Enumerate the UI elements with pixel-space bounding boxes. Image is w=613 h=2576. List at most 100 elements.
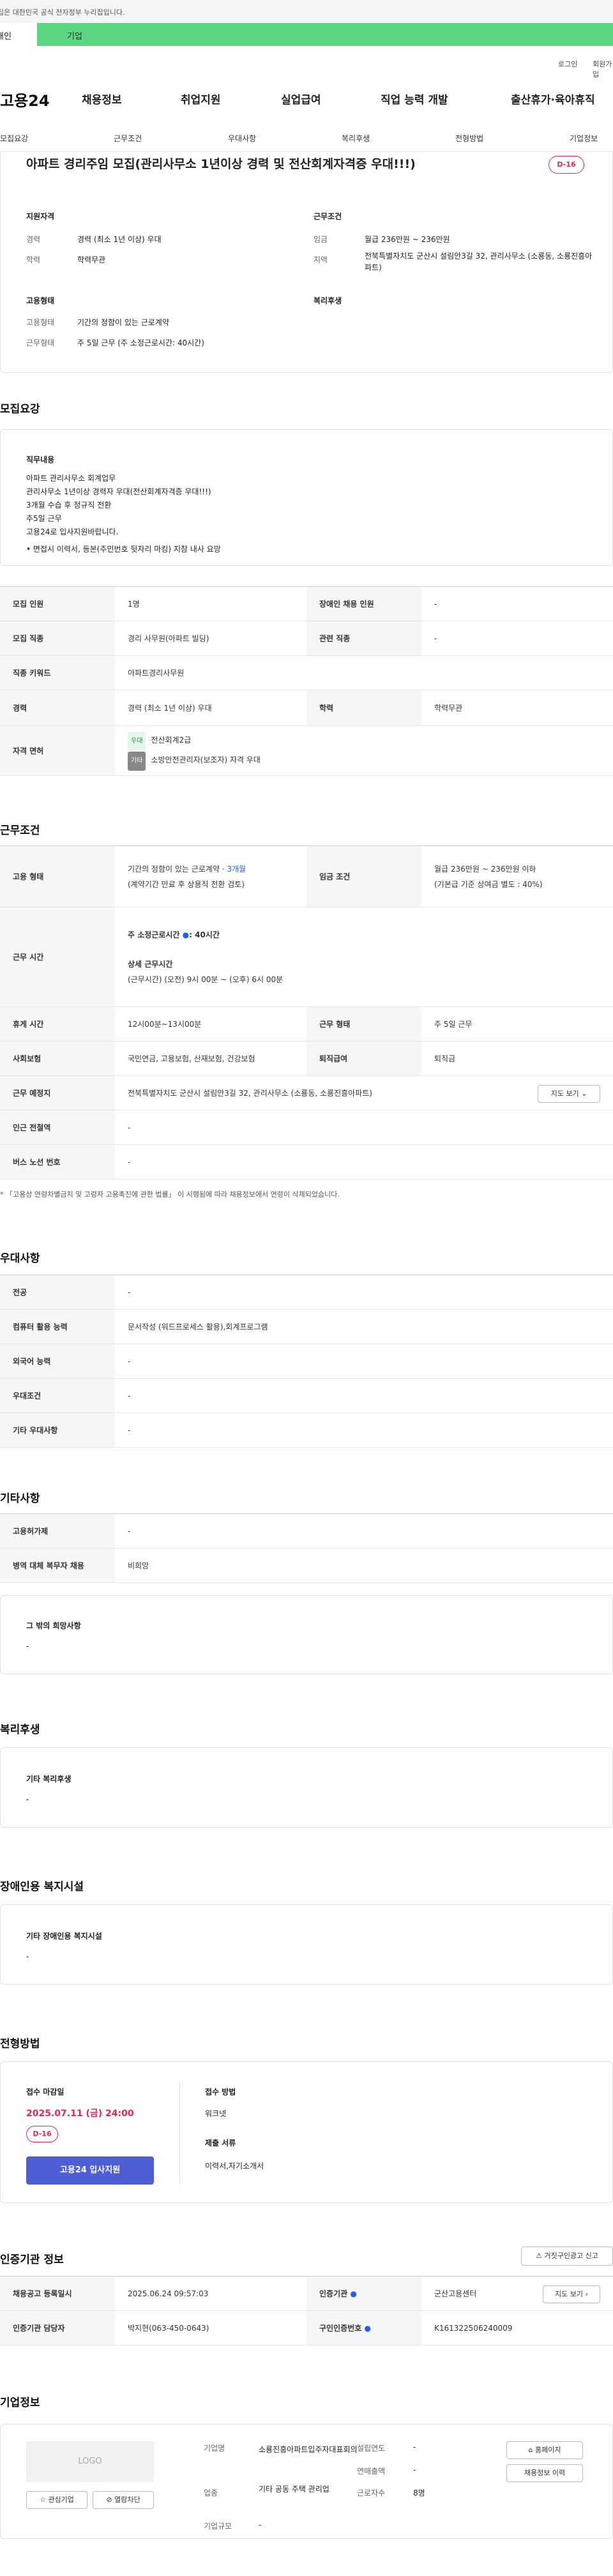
scale-value: -	[259, 2520, 262, 2529]
conditions-section-title: 근무조건	[0, 824, 40, 837]
recruit-section-title: 모집요강	[0, 403, 40, 416]
duty-lines: 아파트 관리사무소 회계업무 관리사무소 1년이상 경력자 우대(전산회계자격증…	[26, 474, 211, 536]
table-row: 외국어 능력 -	[0, 1344, 613, 1379]
alert-icon: ⚠	[536, 2252, 542, 2260]
docs-title: 제출 서류	[205, 2139, 236, 2148]
industry-value: 기타 공동 주택 관리업	[259, 2485, 329, 2494]
license-list: 우대 전산회계2급 기타 소방안전관리자(보조자) 자격 우대	[128, 726, 261, 775]
table-row: 근무 시간 주 소정근로시간 ●: 40시간 상세 근무시간 (근무시간) (오…	[0, 907, 613, 1007]
table-row: 모집 직종 경리 사무원(아파트 빌딩) 관련 직종 -	[0, 621, 613, 656]
table-row: 모집 인원 1명 장애인 채용 인원 -	[0, 587, 613, 621]
career-label: 경력	[26, 235, 41, 244]
agency-section-title: 인증기관 정보	[0, 2254, 64, 2266]
etc-section-title: 기타사항	[0, 1492, 40, 1505]
table-row: 사회보험 국민연금, 고용보험, 산재보험, 건강보험 퇴직급여 퇴직금	[0, 1042, 613, 1076]
other-wishes-card: 그 밖의 희망사항 -	[0, 1595, 613, 1674]
founded-value: -	[413, 2443, 416, 2451]
other-wishes-title: 그 밖의 희망사항	[26, 1621, 81, 1630]
job-summary-card: 아파트 경리주임 모집(관리사무소 1년이상 경력 및 전산회계자격증 우대!!…	[0, 152, 613, 373]
docs-value: 이력서,자기소개서	[205, 2162, 264, 2171]
nav-jobs[interactable]: 채용정보	[82, 91, 122, 107]
job-title: 아파트 경리주임 모집(관리사무소 1년이상 경력 및 전산회계자격증 우대!!…	[26, 157, 416, 171]
founded-label: 설립연도	[357, 2444, 386, 2453]
subnav-conditions[interactable]: 근무조건	[114, 133, 142, 144]
agency-table: 채용공고 등록일시 2025.06.24 09:57:03 인증기관 ● 군산고용…	[0, 2276, 613, 2345]
nav-unemployment-benefit[interactable]: 실업급여	[281, 91, 321, 107]
table-row: 기타 우대사항 -	[0, 1413, 613, 1448]
company-name-value: 소룡진흥아파트입주자대표회의	[259, 2445, 358, 2454]
tab-individual[interactable]: 개인	[0, 23, 37, 46]
disability-box-value: -	[26, 1952, 29, 1961]
agency-map-button[interactable]: 지도 보기 ›	[543, 2285, 600, 2303]
site-logo[interactable]: 고용24	[0, 88, 50, 110]
emp-title: 고용형태	[26, 296, 55, 305]
welfare-section-title: 복리후생	[0, 1724, 40, 1736]
subnav-welfare[interactable]: 복리후생	[342, 133, 370, 144]
license-item: 우대 전산회계2급	[128, 731, 191, 751]
etc-table: 고용허가제 - 병역 대체 복무자 채용 비희망	[0, 1513, 613, 1583]
recruit-table: 모집 인원 1명 장애인 채용 인원 - 모집 직종 경리 사무원(아파트 빌딩) 관…	[0, 586, 613, 776]
table-row: 컴퓨터 활용 능력 문서작성 (워드프로세스 활용),회계프로그램	[0, 1310, 613, 1344]
duty-note: • 면접시 이력서, 등본(주민번호 뒷자리 마킹) 지참 내사 요망	[26, 545, 221, 554]
info-icon[interactable]: ●	[364, 2324, 370, 2333]
report-fake-ad-button[interactable]: ⚠ 거짓구인광고 신고	[521, 2246, 613, 2266]
company-logo: LOGO	[26, 2441, 154, 2482]
favorite-company-button[interactable]: ☆ 관심기업	[26, 2491, 87, 2509]
gov-banner: 이 누리집은 대한민국 공식 전자정부 누리집입니다.	[0, 0, 613, 23]
nav-employment-support[interactable]: 취업지원	[181, 91, 221, 107]
join-link[interactable]: 회원가입	[593, 59, 613, 79]
subnav-recruit[interactable]: 모집요강	[0, 133, 28, 144]
nav-vocational-training[interactable]: 직업 능력 개발	[381, 91, 448, 107]
subnav-selection[interactable]: 전형방법	[455, 133, 483, 144]
industry-label: 업종	[204, 2489, 218, 2497]
tab-enterprise[interactable]: 기업	[67, 29, 82, 42]
company-name-label: 기업명	[204, 2444, 225, 2453]
deadline-value: 2025.07.11 (금) 24:00	[26, 2109, 134, 2119]
duty-card: 직무내용 아파트 관리사무소 회계업무 관리사무소 1년이상 경력자 우대(전산…	[0, 429, 613, 566]
other-wishes-value: -	[26, 1642, 29, 1651]
home-icon: ⌂	[528, 2446, 533, 2454]
preferences-table: 전공 - 컴퓨터 활용 능력 문서작성 (워드프로세스 활용),회계프로그램 외국어…	[0, 1275, 613, 1448]
qual-title: 지원자격	[26, 212, 55, 221]
info-icon[interactable]: ●	[350, 2289, 356, 2298]
employees-label: 근로자수	[357, 2489, 386, 2497]
table-row: 근무 예정지 전북특별자치도 군산시 설림안3길 32, 관리사무소 (소룡동, …	[0, 1076, 613, 1110]
apply-button[interactable]: 고용24 입사지원	[26, 2156, 154, 2185]
worktype-label: 근무형태	[26, 338, 55, 347]
nav-parental-leave[interactable]: 출산휴가·육아휴직	[511, 91, 595, 107]
subnav-preferences[interactable]: 우대사항	[228, 133, 256, 144]
table-row: 고용 형태 기간의 정함이 있는 근로계약 · 3개월 (계약기간 만료 후 상…	[0, 846, 613, 907]
selection-section-title: 전형방법	[0, 2038, 40, 2050]
dday-badge: D-16	[549, 156, 584, 174]
info-icon[interactable]: ●	[183, 930, 189, 939]
method-value: 워크넷	[205, 2109, 227, 2118]
chevron-right-icon: ›	[585, 2290, 588, 2298]
welfare-box-value: -	[26, 1795, 29, 1804]
deadline-title: 접수 마감일	[26, 2087, 64, 2096]
homepage-button[interactable]: ⌂ 홈페이지	[506, 2441, 583, 2459]
map-view-button[interactable]: 지도 보기 ⌄	[538, 1085, 600, 1103]
conditions-table: 고용 형태 기간의 정함이 있는 근로계약 · 3개월 (계약기간 만료 후 상…	[0, 845, 613, 1179]
sales-label: 연매출액	[357, 2467, 386, 2476]
section-nav: 모집요강 근무조건 우대사항 복리후생 전형방법 기업정보	[0, 126, 613, 152]
table-row: 고용허가제 -	[0, 1514, 613, 1549]
table-row: 인증기관 담당자 박지현(063-450-0643) 구인인증번호 ● K1613…	[0, 2311, 613, 2345]
preferences-section-title: 우대사항	[0, 1252, 40, 1265]
login-link[interactable]: 로그인	[558, 59, 577, 69]
subnav-company[interactable]: 기업정보	[570, 133, 598, 144]
table-row: 휴게 시간 12시00분~13시00분 근무 형태 주 5일 근무	[0, 1007, 613, 1042]
employees-value: 8명	[413, 2489, 425, 2497]
scale-label: 기업규모	[204, 2522, 232, 2531]
selection-card: 접수 마감일 2025.07.11 (금) 24:00 D-16 고용24 입사…	[0, 2061, 613, 2203]
region-label: 지역	[314, 255, 328, 264]
sales-value: -	[413, 2466, 416, 2474]
duty-title: 직무내용	[26, 455, 55, 464]
table-row: 우대조건 -	[0, 1379, 613, 1413]
worktype-value: 주 5일 근무 (주 소정근로시간: 40시간)	[77, 338, 204, 347]
block-view-button[interactable]: ⊘ 열람차단	[93, 2491, 154, 2509]
deadline-dday-badge: D-16	[26, 2126, 58, 2142]
career-value: 경력 (최소 1년 이상) 우대	[77, 235, 162, 244]
work-title: 근무조건	[314, 212, 342, 221]
table-row: 채용공고 등록일시 2025.06.24 09:57:03 인증기관 ● 군산고용…	[0, 2277, 613, 2311]
recruit-history-button[interactable]: 채용정보 이력	[506, 2464, 583, 2482]
